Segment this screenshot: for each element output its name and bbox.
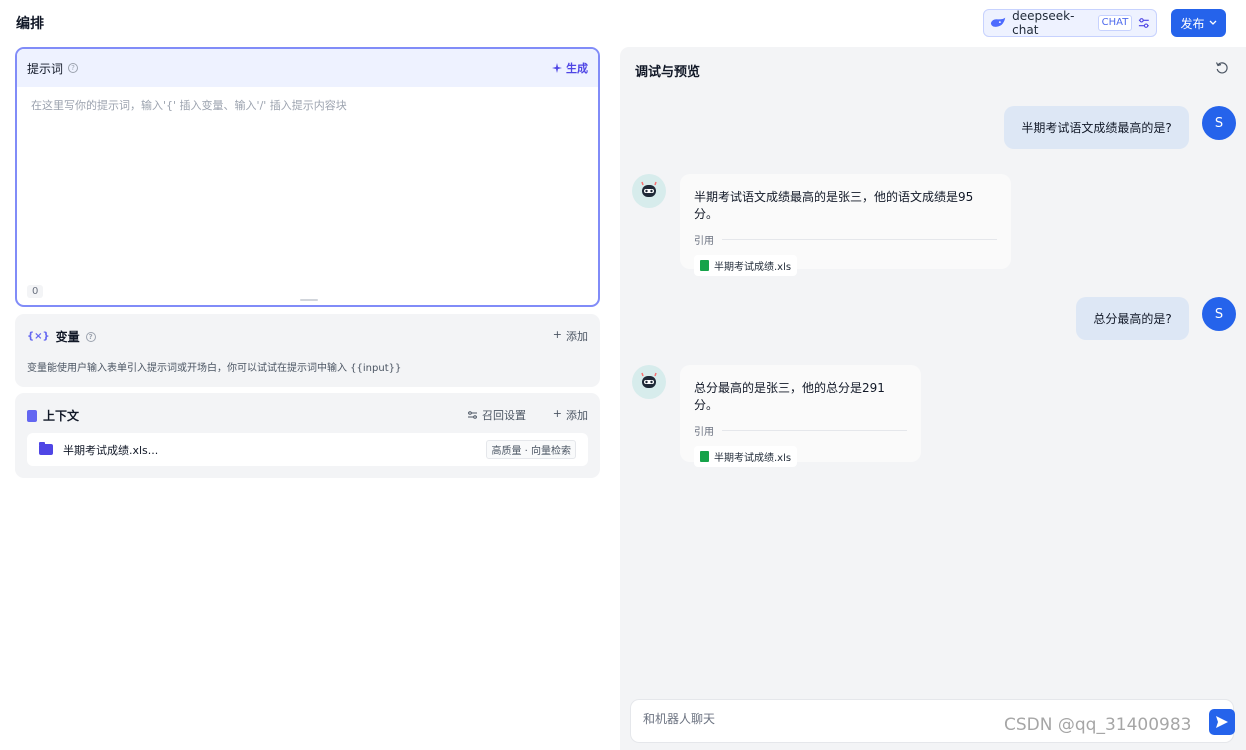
add-context-label: 添加 [566, 409, 588, 422]
variables-title: 变量 [55, 330, 80, 344]
add-context-button[interactable]: + 添加 [553, 407, 588, 423]
excel-file-icon [700, 451, 709, 462]
model-type-badge: CHAT [1097, 15, 1133, 31]
citation-file-name: 半期考试成绩.xls [714, 453, 792, 464]
citation-label: 引用 [694, 427, 714, 438]
message-text: 半期考试语文成绩最高的是? [1021, 121, 1172, 135]
variable-icon: {×} [27, 331, 50, 342]
excel-file-icon [700, 260, 709, 271]
citation-file-name: 半期考试成绩.xls [714, 262, 792, 273]
robot-icon [641, 181, 657, 197]
settings-sliders-icon [1139, 18, 1150, 28]
prompt-editor[interactable]: 在这里写你的提示词，输入'{' 插入变量、输入'/' 插入提示内容块 [31, 97, 347, 113]
page-title: 编排 [16, 16, 44, 32]
bot-avatar [632, 174, 666, 208]
publish-label: 发布 [1180, 16, 1205, 31]
divider [722, 239, 997, 240]
plus-icon: + [552, 407, 562, 420]
plus-icon: + [552, 328, 562, 341]
variables-card: {×} 变量 ? + 添加 变量能使用户输入表单引入提示词或开场白，你可以试试在… [15, 314, 600, 387]
resize-handle[interactable] [300, 299, 318, 301]
citation-header: 引用 [694, 232, 997, 247]
robot-icon [641, 372, 657, 388]
prompt-title-group: 提示词 ? [27, 60, 79, 77]
bot-message: 半期考试语文成绩最高的是张三，他的语文成绩是95分。 引用 半期考试成绩.xls [680, 174, 1011, 276]
user-avatar: S [1202, 297, 1236, 331]
citation-file[interactable]: 半期考试成绩.xls [694, 446, 798, 467]
refresh-icon[interactable] [1215, 61, 1229, 75]
context-title: 上下文 [43, 409, 80, 423]
add-variable-button[interactable]: + 添加 [553, 328, 588, 344]
generate-button[interactable]: 生成 [552, 60, 588, 76]
send-button[interactable] [1209, 709, 1235, 735]
help-icon[interactable]: ? [68, 63, 79, 73]
chevron-down-icon [1209, 20, 1216, 25]
sparkle-icon [552, 63, 562, 73]
recall-settings-label: 召回设置 [482, 409, 526, 422]
model-selector-button[interactable]: deepseek-chat CHAT [983, 9, 1157, 37]
publish-button[interactable]: 发布 [1171, 9, 1226, 37]
divider [722, 430, 907, 431]
prompt-card: 提示词 ? 生成 在这里写你的提示词，输入'{' 插入变量、输入'/' 插入提示… [15, 47, 600, 307]
variables-description: 变量能使用户输入表单引入提示词或开场白，你可以试试在提示词中输入 {{input… [27, 363, 402, 374]
debug-title: 调试与预览 [635, 65, 701, 80]
user-message: 总分最高的是? [1076, 297, 1189, 340]
message-text: 半期考试语文成绩最高的是张三，他的语文成绩是95分。 [694, 190, 974, 221]
generate-label: 生成 [566, 62, 588, 75]
citation-file[interactable]: 半期考试成绩.xls [694, 255, 798, 276]
context-item[interactable]: 半期考试成绩.xls... 高质量 · 向量检索 [27, 433, 588, 466]
settings-sliders-icon [468, 411, 477, 419]
bot-avatar [632, 365, 666, 399]
prompt-header: 提示词 ? 生成 [17, 49, 598, 87]
debug-preview-panel: 调试与预览 半期考试语文成绩最高的是? S 半期考试语文成绩最高的是张三，他的语… [620, 47, 1246, 750]
watermark: CSDN @qq_31400983 [1004, 715, 1192, 735]
folder-icon [39, 442, 53, 455]
top-bar: 编排 deepseek-chat CHAT 发布 [0, 0, 1246, 44]
prompt-title: 提示词 [27, 61, 64, 76]
document-icon [27, 409, 37, 422]
message-text: 总分最高的是张三，他的总分是291分。 [694, 381, 885, 412]
whale-icon [990, 17, 1006, 27]
message-text: 总分最高的是? [1093, 312, 1172, 326]
context-card: 上下文 召回设置 + 添加 半期考试成绩.xls... 高质量 · 向量检索 [15, 393, 600, 478]
variables-header: {×} 变量 ? [27, 328, 96, 345]
user-message: 半期考试语文成绩最高的是? [1004, 106, 1189, 149]
citation-label: 引用 [694, 236, 714, 247]
avatar-initial: S [1214, 306, 1224, 322]
model-name: deepseek-chat [1012, 9, 1075, 37]
user-avatar: S [1202, 106, 1236, 140]
avatar-initial: S [1214, 115, 1224, 131]
context-item-name: 半期考试成绩.xls... [63, 443, 159, 457]
help-icon[interactable]: ? [85, 331, 96, 342]
recall-settings-button[interactable]: 召回设置 [467, 407, 526, 423]
send-icon [1216, 716, 1228, 728]
citation-header: 引用 [694, 423, 907, 438]
retrieval-mode-badge: 高质量 · 向量检索 [486, 440, 576, 459]
add-variable-label: 添加 [566, 330, 588, 343]
char-count: 0 [27, 285, 44, 298]
context-header: 上下文 [27, 407, 79, 424]
bot-message: 总分最高的是张三，他的总分是291分。 引用 半期考试成绩.xls [680, 365, 921, 467]
